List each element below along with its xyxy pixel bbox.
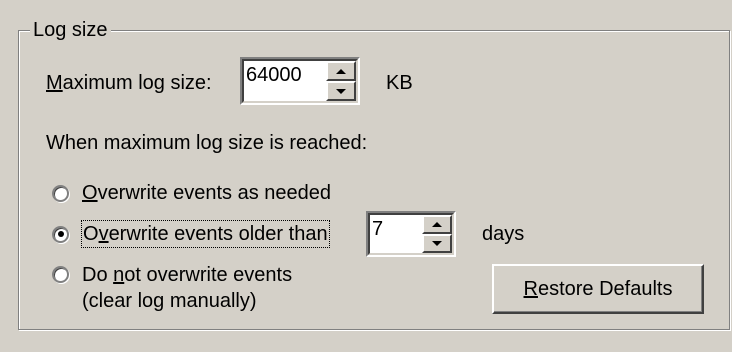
- days-up-button[interactable]: [422, 215, 452, 234]
- max-log-size-unit: KB: [386, 72, 413, 94]
- arrow-down-icon: [336, 88, 346, 94]
- radio-dot-icon: [57, 231, 64, 237]
- restore-defaults-button[interactable]: Restore Defaults: [492, 264, 704, 314]
- when-reached-label: When maximum log size is reached:: [46, 132, 368, 154]
- days-unit-label: days: [482, 223, 525, 245]
- overwrite-as-needed-option[interactable]: Overwrite events as needed: [52, 180, 331, 206]
- radio-button[interactable]: [52, 184, 69, 202]
- arrow-up-icon: [432, 222, 442, 227]
- arrow-down-icon: [432, 241, 442, 246]
- max-log-size-label: Maximum log size:: [46, 72, 212, 94]
- do-not-overwrite-label: Do not overwrite events (clear log manua…: [82, 264, 293, 312]
- arrow-up-icon: [336, 68, 346, 74]
- max-log-size-spinner[interactable]: [240, 57, 360, 105]
- overwrite-older-label: Overwrite events older than: [81, 220, 330, 248]
- days-spinner[interactable]: [366, 211, 456, 257]
- max-log-size-input[interactable]: [246, 61, 316, 89]
- do-not-overwrite-option[interactable]: Do not overwrite events (clear log manua…: [52, 262, 292, 314]
- groupbox-title: Log size: [30, 17, 111, 43]
- radio-button[interactable]: [52, 266, 69, 283]
- overwrite-as-needed-label: Overwrite events as needed: [82, 182, 332, 204]
- overwrite-older-option[interactable]: Overwrite events older than: [52, 220, 330, 248]
- max-log-size-down-button[interactable]: [326, 81, 356, 101]
- max-log-size-up-button[interactable]: [326, 61, 356, 81]
- days-input[interactable]: [372, 215, 412, 243]
- radio-button-selected[interactable]: [52, 225, 69, 243]
- days-down-button[interactable]: [422, 234, 452, 253]
